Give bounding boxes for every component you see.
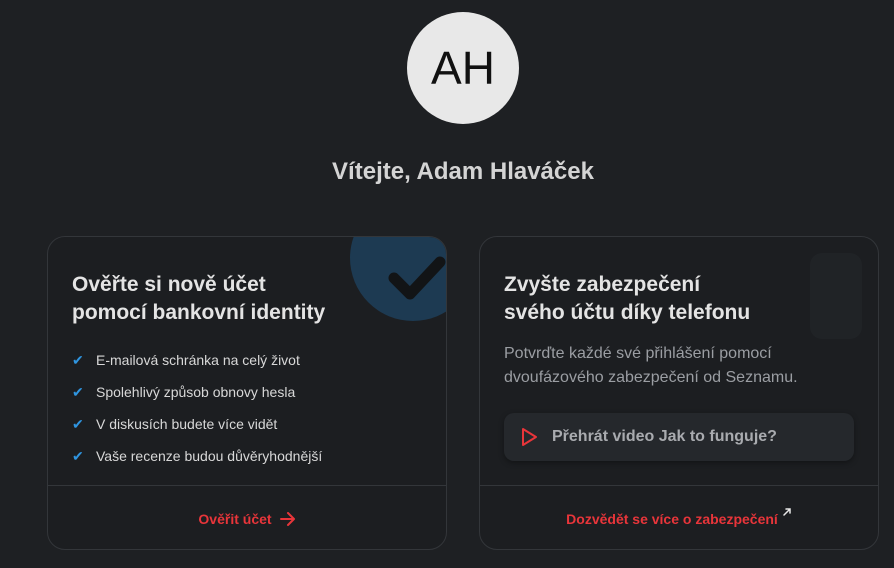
welcome-heading: Vítejte, Adam Hlaváček (332, 158, 594, 185)
bank-identity-card: Ověřte si nově účet pomocí bankovní iden… (47, 236, 447, 550)
security-card-title: Zvyšte zabezpečení svého účtu díky telef… (504, 271, 750, 327)
checkmark-icon: ✔ (72, 415, 84, 432)
bank-card-title-line2: pomocí bankovní identity (72, 301, 326, 324)
list-item: ✔ E-mailová schránka na celý život (72, 344, 322, 376)
feature-label: V diskusích budete více vidět (96, 416, 278, 432)
security-card-footer: Dozvědět se více o zabezpečení (480, 485, 878, 549)
checkmark-icon: ✔ (72, 447, 84, 464)
bank-card-footer: Ověřit účet (48, 485, 446, 549)
learn-more-security-link[interactable]: Dozvědět se více o zabezpečení (566, 507, 792, 527)
list-item: ✔ Vaše recenze budou důvěryhodnější (72, 440, 322, 472)
feature-label: Vaše recenze budou důvěryhodnější (96, 448, 323, 464)
security-card-title-line2: svého účtu díky telefonu (504, 301, 751, 324)
bank-card-title-line1: Ověřte si nově účet (72, 273, 266, 296)
feature-label: Spolehlivý způsob obnovy hesla (96, 384, 296, 400)
learn-more-label: Dozvědět se více o zabezpečení (566, 510, 778, 527)
security-description: Potvrďte každé své přihlášení pomocí dvo… (504, 345, 798, 386)
list-item: ✔ Spolehlivý způsob obnovy hesla (72, 376, 322, 408)
check-badge-icon (350, 237, 446, 321)
play-video-button[interactable]: Přehrát video Jak to funguje? (504, 413, 854, 461)
play-video-label: Přehrát video Jak to funguje? (552, 428, 777, 445)
checkmark-icon: ✔ (72, 383, 84, 400)
feature-list: ✔ E-mailová schránka na celý život ✔ Spo… (72, 344, 322, 472)
avatar-initials: AH (431, 42, 495, 94)
avatar: AH (407, 12, 519, 124)
security-card-title-line1: Zvyšte zabezpečení (504, 273, 701, 296)
play-icon (520, 427, 538, 447)
list-item: ✔ V diskusích budete více vidět (72, 408, 322, 440)
verify-account-link[interactable]: Ověřit účet (198, 511, 295, 527)
arrow-right-icon (279, 511, 296, 526)
verify-account-label: Ověřit účet (198, 510, 272, 527)
external-link-icon (782, 507, 792, 517)
bank-card-title: Ověřte si nově účet pomocí bankovní iden… (72, 271, 325, 327)
checkmark-icon: ✔ (72, 351, 84, 368)
feature-label: E-mailová schránka na celý život (96, 352, 300, 368)
security-card: Zvyšte zabezpečení svého účtu díky telef… (479, 236, 879, 550)
phone-icon (810, 253, 862, 339)
